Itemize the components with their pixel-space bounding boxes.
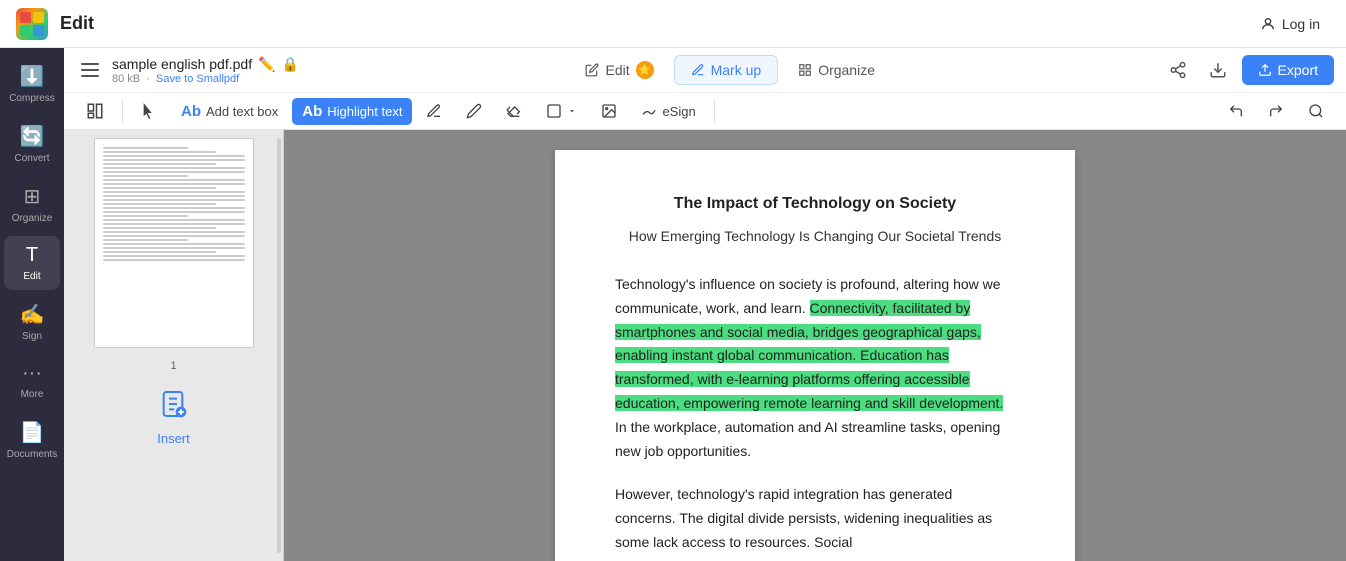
thumbnail-scrollbar[interactable] — [277, 138, 281, 553]
organize-icon: ⊞ — [24, 184, 41, 209]
separator-1 — [122, 99, 123, 123]
edit-tab-icon — [585, 63, 599, 77]
doc-page: The Impact of Technology on Society How … — [555, 150, 1075, 561]
separator-2 — [714, 99, 715, 123]
hamburger-button[interactable] — [76, 56, 104, 84]
tab-edit[interactable]: Edit ⭐ — [569, 55, 669, 85]
select-tool-button[interactable] — [131, 98, 167, 124]
more-icon: ··· — [22, 362, 42, 385]
pencil-tool-button[interactable] — [456, 98, 492, 124]
undo-button[interactable] — [1218, 98, 1254, 124]
pen-tool-button[interactable] — [416, 98, 452, 124]
app-logo — [16, 8, 48, 40]
doc-para-1: Technology's influence on society is pro… — [615, 273, 1015, 463]
file-name: sample english pdf.pdf ✏️ 🔒 — [112, 56, 299, 73]
rename-button[interactable]: ✏️ — [258, 56, 275, 73]
ab-add-icon: Ab — [181, 103, 201, 120]
eraser-icon — [506, 103, 522, 119]
toolbar-center: Edit ⭐ Mark up Organize — [307, 55, 1154, 85]
top-bar-right: Log in — [1250, 10, 1330, 38]
thumbnail-container: 1 — [94, 138, 254, 372]
top-bar: Edit Log in — [0, 0, 1346, 48]
export-button[interactable]: Export — [1242, 55, 1334, 85]
page-number: 1 — [170, 360, 176, 372]
convert-icon: 🔄 — [20, 124, 45, 149]
doc-main: 1 Insert The Impact of Technology on Soc… — [64, 130, 1346, 561]
organize-tab-icon — [798, 63, 812, 77]
sidebar-item-compress[interactable]: ⬇️ Compress — [4, 56, 60, 112]
lock-button[interactable]: 🔒 — [282, 56, 299, 73]
redo-button[interactable] — [1258, 98, 1294, 124]
ab-highlight-icon: Ab — [302, 103, 322, 120]
undo-icon — [1228, 103, 1244, 119]
edit-badge: ⭐ — [636, 61, 654, 79]
dropdown-arrow-icon — [567, 106, 577, 116]
user-icon — [1260, 16, 1276, 32]
toolbar-right: Export — [1162, 54, 1334, 86]
doc-view: The Impact of Technology on Society How … — [284, 130, 1346, 561]
doc-subtitle: How Emerging Technology Is Changing Our … — [615, 225, 1015, 249]
file-info: sample english pdf.pdf ✏️ 🔒 80 kB · Save… — [112, 56, 299, 85]
pencil-icon — [466, 103, 482, 119]
eraser-tool-button[interactable] — [496, 98, 532, 124]
doc-title: The Impact of Technology on Society — [615, 190, 1015, 217]
content-area: sample english pdf.pdf ✏️ 🔒 80 kB · Save… — [64, 48, 1346, 561]
search-icon — [1308, 103, 1324, 119]
thumbnail-icon — [86, 102, 104, 120]
esign-icon — [641, 103, 657, 119]
tab-markup[interactable]: Mark up — [674, 55, 779, 85]
sidebar-item-organize[interactable]: ⊞ Organize — [4, 176, 60, 232]
share-icon — [1169, 61, 1187, 79]
export-icon — [1258, 63, 1272, 77]
sidebar: ⬇️ Compress 🔄 Convert ⊞ Organize T Edit … — [0, 48, 64, 561]
sign-icon: ✍ — [20, 302, 45, 327]
compress-icon: ⬇️ — [20, 64, 45, 89]
file-meta: 80 kB · Save to Smallpdf — [112, 73, 299, 85]
add-textbox-button[interactable]: Ab Add text box — [171, 98, 288, 125]
hamburger-icon — [81, 63, 99, 77]
share-button[interactable] — [1162, 54, 1194, 86]
sidebar-item-convert[interactable]: 🔄 Convert — [4, 116, 60, 172]
pen-icon — [426, 103, 442, 119]
login-button[interactable]: Log in — [1250, 10, 1330, 38]
shapes-tool-button[interactable] — [536, 98, 587, 124]
top-bar-left: Edit — [16, 8, 94, 40]
thumbnail-page — [94, 138, 254, 348]
image-icon — [601, 103, 617, 119]
doc-para-2: However, technology's rapid integration … — [615, 483, 1015, 554]
search-button[interactable] — [1298, 98, 1334, 124]
download-icon — [1209, 61, 1227, 79]
save-link[interactable]: Save to Smallpdf — [156, 73, 239, 85]
highlight-text-button[interactable]: Ab Highlight text — [292, 98, 412, 125]
main-layout: ⬇️ Compress 🔄 Convert ⊞ Organize T Edit … — [0, 48, 1346, 561]
sidebar-item-edit[interactable]: T Edit — [4, 236, 60, 290]
doc-toolbar-bottom: Ab Add text box Ab Highlight text — [64, 93, 1346, 129]
download-button[interactable] — [1202, 54, 1234, 86]
cursor-icon — [141, 103, 157, 119]
markup-icon — [691, 63, 705, 77]
image-tool-button[interactable] — [591, 98, 627, 124]
thumbnail-panel: 1 Insert — [64, 130, 284, 561]
documents-icon: 📄 — [20, 420, 45, 445]
insert-label: Insert — [157, 431, 190, 446]
insert-area[interactable]: Insert — [149, 380, 198, 454]
edit-icon: T — [26, 244, 38, 267]
shapes-icon — [546, 103, 562, 119]
toolbar-undo-redo — [1218, 98, 1334, 124]
sidebar-item-documents[interactable]: 📄 Documents — [4, 412, 60, 468]
insert-icon — [157, 388, 189, 427]
sidebar-item-more[interactable]: ··· More — [4, 354, 60, 408]
doc-toolbar: sample english pdf.pdf ✏️ 🔒 80 kB · Save… — [64, 48, 1346, 130]
redo-icon — [1268, 103, 1284, 119]
doc-toolbar-top: sample english pdf.pdf ✏️ 🔒 80 kB · Save… — [64, 48, 1346, 93]
thumbnail-toggle-button[interactable] — [76, 97, 114, 125]
page-title: Edit — [60, 13, 94, 34]
para1-after: In the workplace, automation and AI stre… — [615, 419, 1000, 459]
thumb-lines — [103, 147, 245, 261]
esign-tool-button[interactable]: eSign — [631, 98, 705, 124]
tab-organize[interactable]: Organize — [782, 56, 891, 84]
sidebar-item-sign[interactable]: ✍ Sign — [4, 294, 60, 350]
para1-highlighted: Connectivity, facilitated by smartphones… — [615, 300, 1003, 411]
